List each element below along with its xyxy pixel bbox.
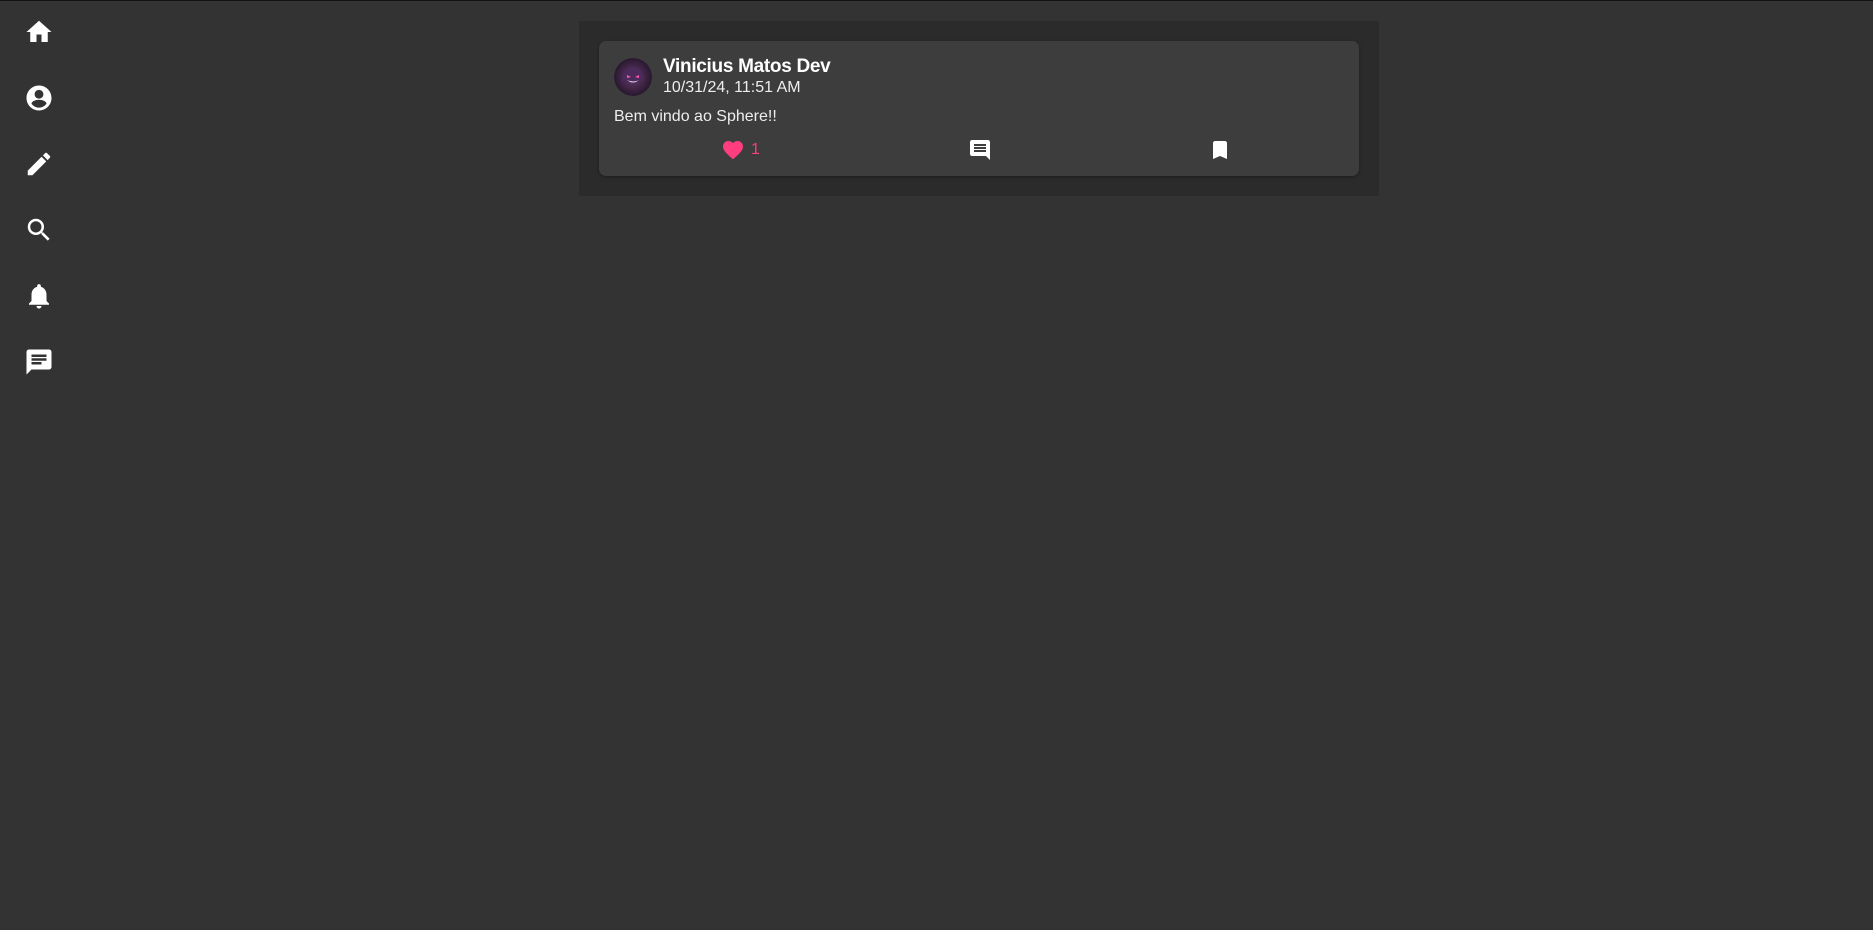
post-author[interactable]: Vinicius Matos Dev [663,56,831,78]
sidebar-item-messages[interactable] [22,345,56,379]
top-border [0,0,1873,1]
like-button[interactable]: 1 [721,136,760,164]
post-content: Bem vindo ao Sphere!! [614,108,777,125]
like-count: 1 [751,141,760,158]
heart-icon [723,141,743,160]
sidebar-item-search[interactable] [22,213,56,247]
sidebar-item-profile[interactable] [22,81,56,115]
message-icon [26,349,52,375]
avatar[interactable] [614,58,652,96]
bookmark-icon [1213,141,1227,159]
post-timestamp: 10/31/24, 11:51 AM [663,79,801,96]
pencil-icon [27,152,51,176]
feed: Vinicius Matos Dev 10/31/24, 11:51 AM Be… [579,21,1379,196]
post-card[interactable]: Vinicius Matos Dev 10/31/24, 11:51 AM Be… [599,41,1359,176]
bookmark-button[interactable] [1208,136,1232,164]
sidebar-item-create-post[interactable] [22,147,56,181]
sidebar-item-home[interactable] [22,15,56,49]
avatar-image [614,58,652,96]
comment-button[interactable] [968,136,992,164]
comment-icon [970,140,990,160]
sidebar [0,0,80,930]
bell-icon [29,284,49,309]
search-icon [27,218,50,241]
account-icon [26,85,52,111]
home-icon [26,20,52,42]
sidebar-item-notifications[interactable] [22,279,56,313]
